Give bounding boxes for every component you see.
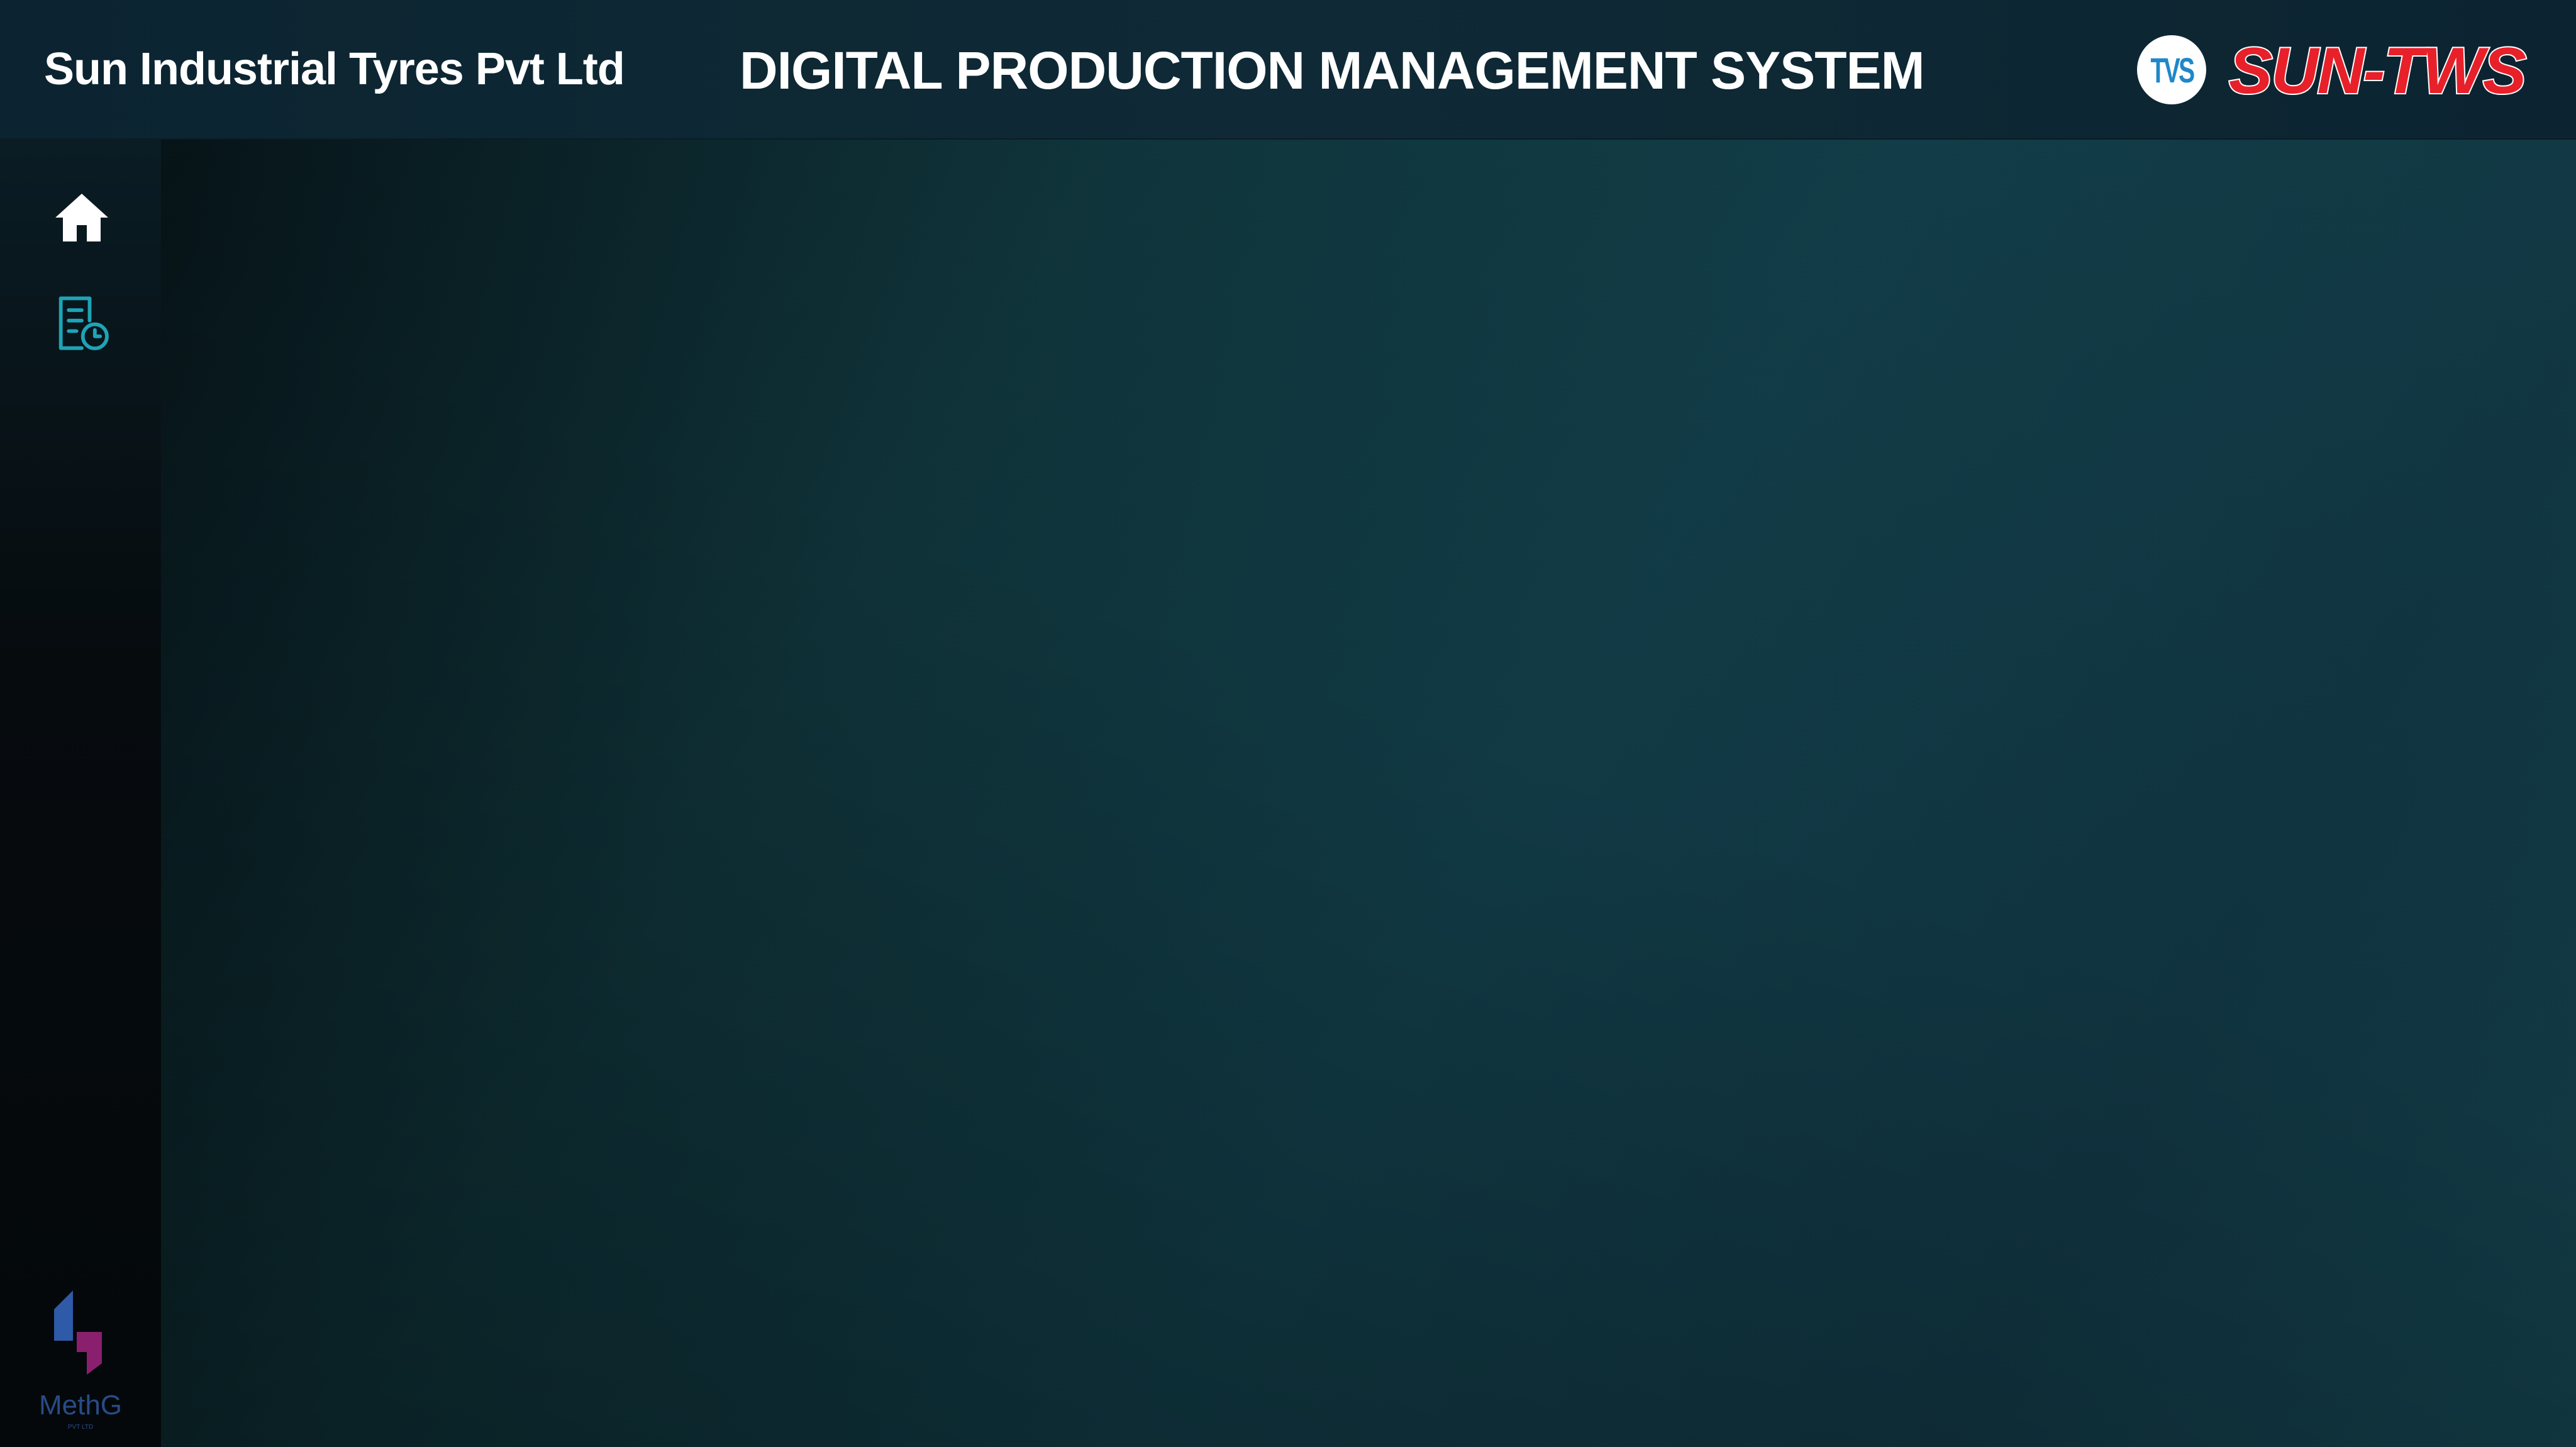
methg-logo: MethG PVT LTD [31,1284,130,1435]
tvs-logo-text: TVS [2150,50,2195,90]
app-window: Sun Industrial Tyres Pvt Ltd DIGITAL PRO… [0,0,2576,1447]
top-header: Sun Industrial Tyres Pvt Ltd DIGITAL PRO… [0,0,2576,140]
sidebar-item-home[interactable] [49,185,114,250]
brand-logo-text: SUN-TWS [2229,35,2526,108]
sidebar-item-history[interactable] [49,291,114,356]
methg-logo-label: MethG [38,1390,123,1421]
report-clock-icon [58,296,109,350]
page-title: DIGITAL PRODUCTION MANAGEMENT SYSTEM [740,41,1925,100]
sun-tws-logo: SUN-TWS [2228,33,2529,108]
sidebar: MethG PVT LTD [0,140,161,1447]
methg-logo-sub: PVT LTD [67,1424,94,1431]
tvs-logo: TVS [2137,35,2206,104]
home-icon [55,194,108,241]
main-content-area [161,140,2576,1447]
methg-logo-mark [54,1290,102,1375]
company-name: Sun Industrial Tyres Pvt Ltd [44,44,625,94]
